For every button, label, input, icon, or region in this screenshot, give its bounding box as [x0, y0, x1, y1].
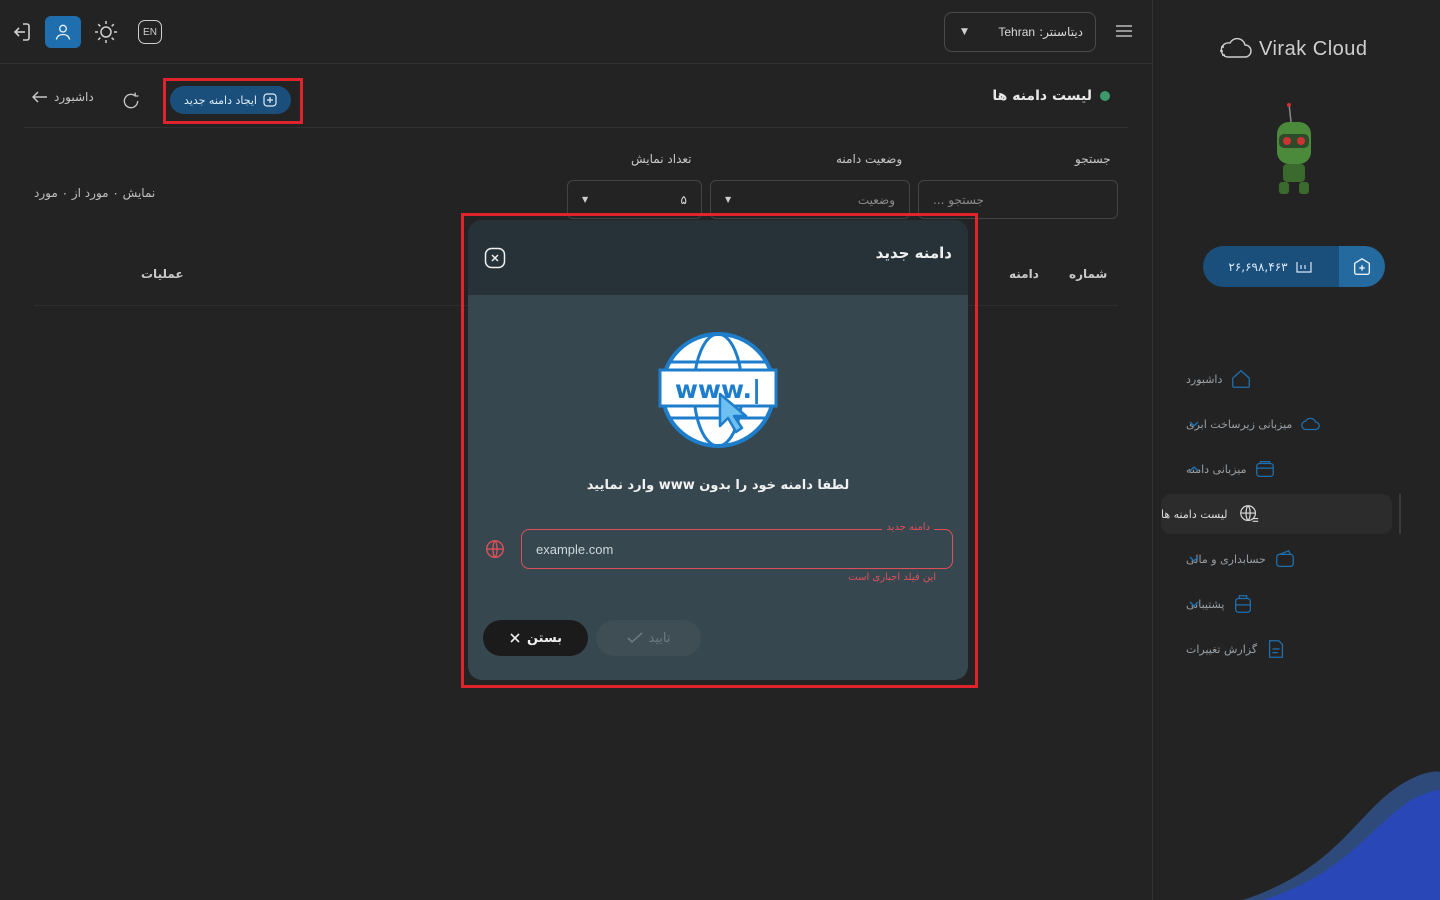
user-icon [55, 24, 71, 40]
home-icon [1232, 369, 1251, 388]
close-button[interactable]: بستن [483, 620, 588, 656]
page-size-value: ۵ [680, 192, 687, 207]
brand-name: Virak Cloud [1259, 37, 1368, 60]
modal-header: دامنه جدید [468, 220, 968, 295]
robot-mascot-image [1277, 103, 1311, 194]
language-toggle-button[interactable]: EN [135, 17, 165, 47]
status-filter-label: وضعیت دامنه [836, 152, 903, 166]
chevron-down-icon[interactable] [1186, 596, 1202, 612]
field-error-message: این فیلد اجباری است [848, 572, 936, 583]
decorative-wave [1243, 771, 1440, 900]
sidebar-item-accounting[interactable]: حسابداری و مالی [1186, 544, 1416, 574]
cloud-icon [1301, 417, 1321, 431]
balance-amount: ۲۶,۶۹۸,۴۶۳ [1228, 259, 1288, 274]
balance-widget: ۲۶,۶۹۸,۴۶۳ [1203, 246, 1385, 287]
search-label: جستجو [1075, 152, 1111, 166]
chevron-down-icon: ▼ [961, 27, 968, 37]
new-domain-field: دامنه جدید [521, 522, 953, 569]
chevron-down-icon: ▼ [582, 195, 589, 204]
header-divider [24, 127, 1128, 128]
new-domain-modal: دامنه جدید www.| لطفا دامنه خود را بدون … [468, 220, 968, 680]
sidebar-item-label: لیست دامنه ها [1161, 507, 1228, 521]
confirm-button[interactable]: تایید [596, 620, 701, 656]
brand-logo: Virak Cloud [1219, 34, 1379, 64]
page-size-label: تعداد نمایش [631, 152, 692, 166]
dashboard-link-label: داشبورد [54, 90, 94, 104]
hamburger-menu-icon[interactable] [1114, 22, 1134, 40]
column-header-number: شماره [1069, 267, 1108, 281]
page-title: لیست دامنه ها [992, 88, 1110, 104]
modal-title: دامنه جدید [875, 244, 952, 262]
chevron-down-icon[interactable] [1186, 551, 1202, 567]
support-icon [1235, 595, 1252, 613]
add-balance-button[interactable] [1339, 246, 1385, 287]
sidebar-item-support[interactable]: پشتیبانی [1186, 589, 1416, 619]
dashboard-back-link[interactable]: داشبورد [32, 90, 94, 104]
chevron-up-icon[interactable] [1186, 461, 1202, 477]
chevron-down-icon: ▼ [725, 195, 732, 204]
page-title-text: لیست دامنه ها [992, 88, 1092, 104]
datacenter-label: دیتاسنتر: [1039, 25, 1083, 39]
status-dot [1100, 91, 1110, 101]
highlight-box-new-domain [163, 78, 303, 124]
active-indicator [1399, 494, 1401, 534]
globe-list-icon [1239, 505, 1258, 522]
language-label: EN [138, 20, 162, 44]
server-icon [1256, 461, 1275, 477]
datacenter-select[interactable]: ▼ دیتاسنتر: Tehran [944, 12, 1096, 52]
sidebar-item-dashboard[interactable]: داشبورد [1186, 364, 1416, 394]
balance-value-area: ۲۶,۶۹۸,۴۶۳ [1203, 259, 1339, 275]
sidebar-item-changelog[interactable]: گزارش تغییرات [1186, 634, 1416, 664]
column-header-domain: دامنه [1009, 267, 1039, 281]
close-icon [510, 633, 520, 643]
rial-currency-icon [1295, 261, 1312, 273]
modal-close-icon[interactable] [484, 247, 506, 269]
check-icon [626, 632, 643, 644]
search-placeholder: جستجو ... [933, 192, 984, 207]
cloud-logo-icon [1220, 37, 1252, 58]
globe-icon [484, 538, 506, 560]
sidebar: Virak Cloud ۲۶,۶۹۸,۴۶۳ داشبورد میزبانی ز… [1152, 0, 1440, 900]
close-button-label: بستن [526, 630, 563, 646]
changelog-icon [1269, 640, 1284, 658]
refresh-icon[interactable] [121, 91, 141, 111]
field-legend: دامنه جدید [882, 522, 934, 533]
top-bar: EN ▼ دیتاسنتر: Tehran [0, 0, 1152, 64]
chevron-down-icon[interactable] [1186, 416, 1202, 432]
www-globe-icon: www.| [658, 332, 778, 448]
wallet-icon [1275, 549, 1294, 567]
domain-input[interactable] [522, 530, 952, 568]
www-icon-text: www.| [675, 375, 761, 404]
column-header-actions: عملیات [141, 267, 184, 281]
user-profile-button[interactable] [45, 16, 81, 48]
status-placeholder: وضعیت [857, 192, 895, 207]
pagination-summary: نمایش ۰ مورد از ۰ مورد [34, 186, 156, 200]
wallet-add-icon [1353, 257, 1371, 275]
sidebar-item-label: داشبورد [1186, 372, 1223, 386]
theme-toggle-sun-icon[interactable] [91, 17, 121, 47]
logout-icon[interactable] [6, 17, 36, 47]
modal-instruction: لطفا دامنه خود را بدون www وارد نمایید [586, 478, 850, 493]
sidebar-item-cloud-hosting[interactable]: میزبانی زیرساخت ابری [1186, 409, 1416, 439]
sidebar-item-domain-hosting[interactable]: میزبانی دامنه [1186, 454, 1416, 484]
confirm-button-label: تایید [648, 630, 671, 646]
arrow-left-icon [32, 91, 47, 103]
sidebar-item-domain-list[interactable]: لیست دامنه ها [1161, 494, 1392, 534]
datacenter-value: Tehran [998, 25, 1036, 39]
sidebar-item-label: گزارش تغییرات [1186, 642, 1258, 656]
